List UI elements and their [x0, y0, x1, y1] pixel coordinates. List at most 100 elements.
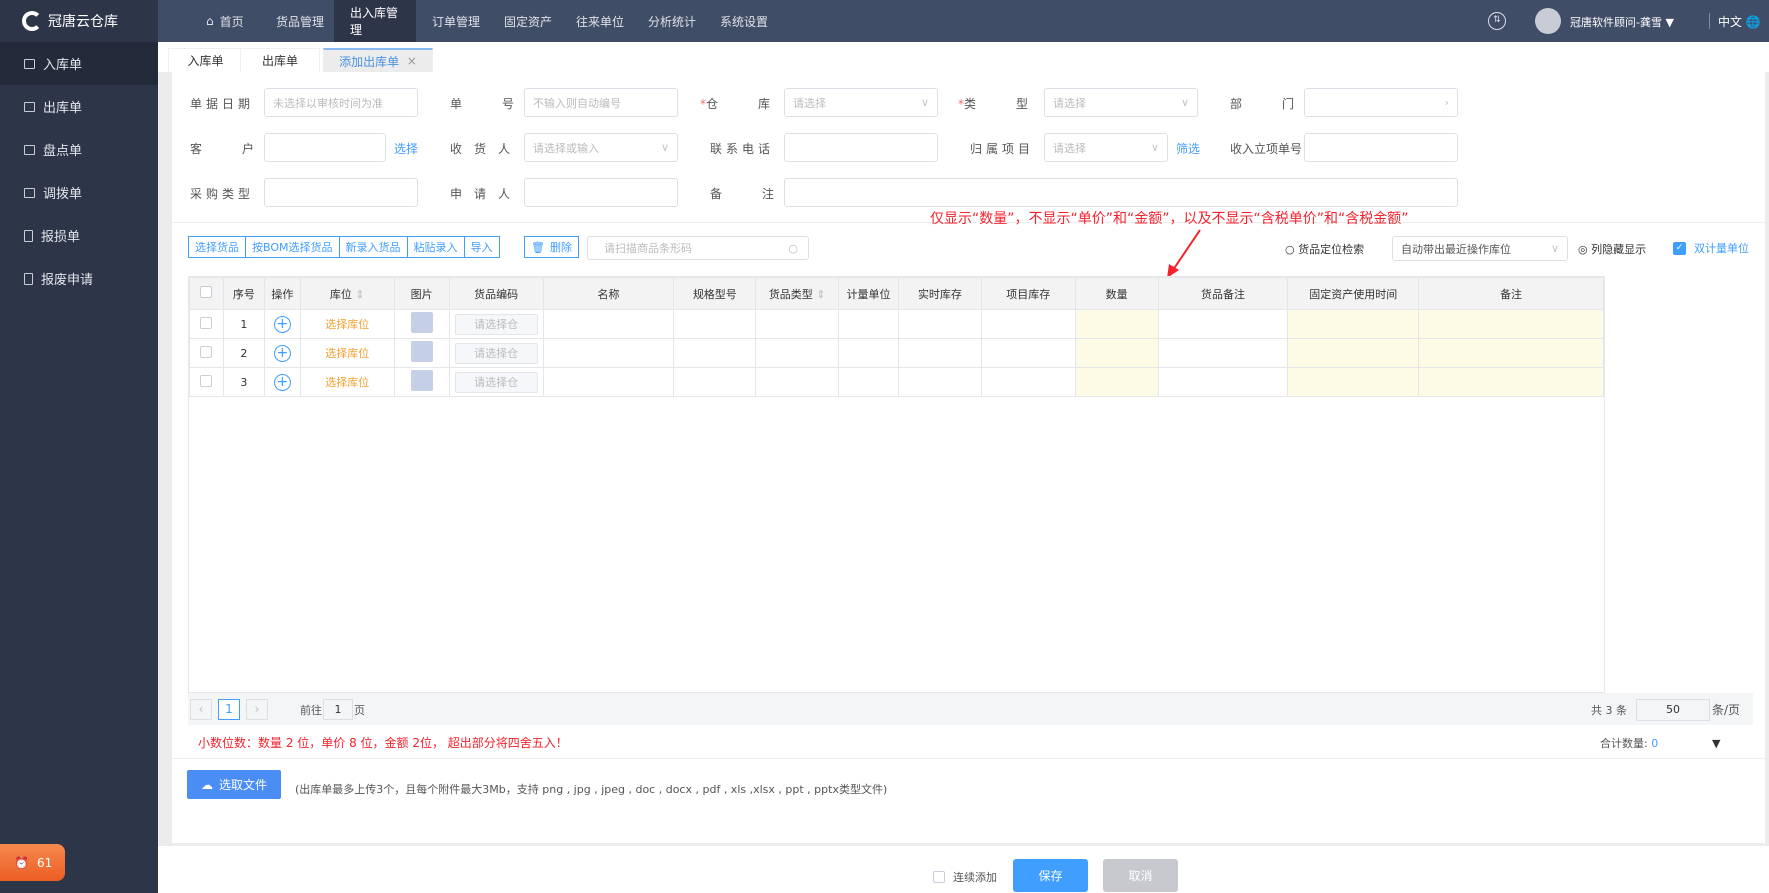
nav-goods[interactable]: 货品管理: [260, 0, 340, 42]
goto-page-input[interactable]: 1: [323, 699, 353, 720]
table-cell[interactable]: +: [263, 367, 301, 397]
project-filter-link[interactable]: 筛选: [1176, 140, 1200, 157]
table-cell[interactable]: [1418, 338, 1604, 368]
locate-goods-button[interactable]: ○ 货品定位检索: [1285, 241, 1364, 257]
table-cell[interactable]: [189, 367, 224, 397]
paste-entry-button[interactable]: 粘贴录入: [407, 236, 465, 258]
table-cell[interactable]: 请选择仓: [448, 367, 544, 397]
tab-outbound[interactable]: 出库单: [240, 48, 320, 72]
customer-select-link[interactable]: 选择: [394, 140, 418, 157]
purchase-type-input[interactable]: [264, 178, 418, 207]
table-cell[interactable]: [1287, 367, 1420, 397]
customer-input[interactable]: [264, 133, 386, 162]
warehouse-select[interactable]: 请选择 ∨: [784, 88, 938, 117]
select-all-checkbox[interactable]: [200, 286, 213, 298]
tab-inbound[interactable]: 入库单: [168, 48, 243, 72]
nav-settings[interactable]: 系统设置: [704, 0, 784, 42]
project-select[interactable]: 请选择 ∨: [1044, 133, 1168, 162]
table-cell[interactable]: 选择库位: [299, 309, 395, 339]
transfer-icon[interactable]: ⇅: [1488, 12, 1506, 30]
continuous-add-checkbox[interactable]: 连续添加: [933, 869, 997, 885]
goods-code-input[interactable]: 请选择仓: [454, 313, 538, 335]
language-switch[interactable]: 中文 🌐: [1718, 13, 1761, 30]
row-checkbox[interactable]: [200, 374, 213, 387]
select-location-link[interactable]: 选择库位: [325, 318, 369, 331]
delete-button[interactable]: 🗑 删除: [524, 236, 579, 258]
sort-icon[interactable]: ⇕: [813, 288, 825, 301]
page-size-select[interactable]: 50: [1636, 699, 1710, 721]
app-logo[interactable]: 冠唐云仓库: [0, 0, 158, 42]
sidebar-item-transfer[interactable]: 调拨单: [0, 171, 158, 214]
next-page-button[interactable]: ›: [246, 699, 268, 720]
income-input[interactable]: [1304, 133, 1458, 162]
new-goods-button[interactable]: 新录入货品: [339, 236, 408, 258]
column-header[interactable]: 货品类型 ⇕: [755, 277, 840, 310]
column-toggle-button[interactable]: ◎ 列隐藏显示: [1578, 241, 1646, 257]
table-cell[interactable]: [189, 338, 224, 368]
phone-input[interactable]: [784, 133, 938, 162]
table-cell[interactable]: 请选择仓: [448, 338, 544, 368]
location-select[interactable]: 自动带出最近操作库位 ∨: [1392, 236, 1568, 261]
select-location-link[interactable]: 选择库位: [325, 376, 369, 389]
save-button[interactable]: 保存: [1013, 859, 1088, 892]
page-1-button[interactable]: 1: [218, 699, 240, 720]
bom-select-button[interactable]: 按BOM选择货品: [246, 236, 340, 258]
nav-analysis[interactable]: 分析统计: [632, 0, 712, 42]
add-row-icon[interactable]: +: [273, 373, 291, 391]
select-location-link[interactable]: 选择库位: [325, 347, 369, 360]
date-input[interactable]: 未选择以审核时间为准: [264, 88, 418, 117]
dual-unit-checkbox[interactable]: ✓ 双计量单位: [1673, 240, 1749, 256]
cancel-button[interactable]: 取消: [1103, 859, 1178, 892]
table-cell[interactable]: 选择库位: [299, 338, 395, 368]
receiver-select[interactable]: 请选择或输入 ∨: [524, 133, 678, 162]
checkbox[interactable]: [933, 871, 945, 883]
goods-code-input[interactable]: 请选择仓: [454, 371, 538, 393]
sidebar-item-inbound[interactable]: 入库单: [0, 42, 158, 85]
sidebar-item-stocktake[interactable]: 盘点单: [0, 128, 158, 171]
expand-caret-icon[interactable]: ▼: [1712, 737, 1720, 750]
nav-orders[interactable]: 订单管理: [416, 0, 496, 42]
choose-file-button[interactable]: ☁ 选取文件: [187, 770, 281, 799]
tab-add-outbound[interactable]: 添加出库单 ×: [323, 48, 433, 72]
sidebar-item-scrap[interactable]: 报废申请: [0, 257, 158, 300]
table-cell[interactable]: [1418, 367, 1604, 397]
nav-home[interactable]: ⌂ 首页: [190, 0, 260, 42]
table-cell[interactable]: [1157, 309, 1289, 339]
remark-input[interactable]: [784, 178, 1458, 207]
dept-select[interactable]: ›: [1304, 88, 1458, 117]
nav-inout[interactable]: 出入库管理: [334, 0, 416, 42]
table-cell[interactable]: +: [263, 338, 301, 368]
nav-assets[interactable]: 固定资产: [488, 0, 568, 42]
table-cell[interactable]: [1157, 338, 1289, 368]
select-goods-button[interactable]: 选择货品: [188, 236, 246, 258]
avatar[interactable]: [1535, 8, 1561, 34]
user-menu[interactable]: 冠唐软件顾问-龚雪 ▼: [1570, 14, 1674, 30]
table-cell[interactable]: [1074, 309, 1159, 339]
table-cell[interactable]: [1074, 367, 1159, 397]
close-icon[interactable]: ×: [407, 54, 417, 68]
type-select[interactable]: 请选择 ∨: [1044, 88, 1198, 117]
row-checkbox[interactable]: [200, 316, 213, 329]
nav-partners[interactable]: 往来单位: [560, 0, 640, 42]
table-cell[interactable]: 选择库位: [299, 367, 395, 397]
table-cell[interactable]: [1418, 309, 1604, 339]
select-all-header[interactable]: [189, 277, 224, 310]
table-cell[interactable]: [1157, 367, 1289, 397]
number-input[interactable]: 不输入则自动编号: [524, 88, 678, 117]
import-button[interactable]: 导入: [464, 236, 500, 258]
table-cell[interactable]: [189, 309, 224, 339]
table-cell[interactable]: [1074, 338, 1159, 368]
barcode-scan-input[interactable]: 请扫描商品条形码 ○: [587, 236, 809, 260]
column-header[interactable]: 库位 ⇕: [299, 277, 395, 310]
applicant-input[interactable]: [524, 178, 678, 207]
table-cell[interactable]: [1287, 309, 1420, 339]
goods-code-input[interactable]: 请选择仓: [454, 342, 538, 364]
add-row-icon[interactable]: +: [273, 344, 291, 362]
sort-icon[interactable]: ⇕: [352, 288, 364, 301]
row-checkbox[interactable]: [200, 345, 213, 358]
notification-badge[interactable]: ⏰ 61: [0, 844, 65, 881]
table-cell[interactable]: [1287, 338, 1420, 368]
sidebar-item-outbound[interactable]: 出库单: [0, 85, 158, 128]
add-row-icon[interactable]: +: [273, 315, 291, 333]
table-cell[interactable]: +: [263, 309, 301, 339]
